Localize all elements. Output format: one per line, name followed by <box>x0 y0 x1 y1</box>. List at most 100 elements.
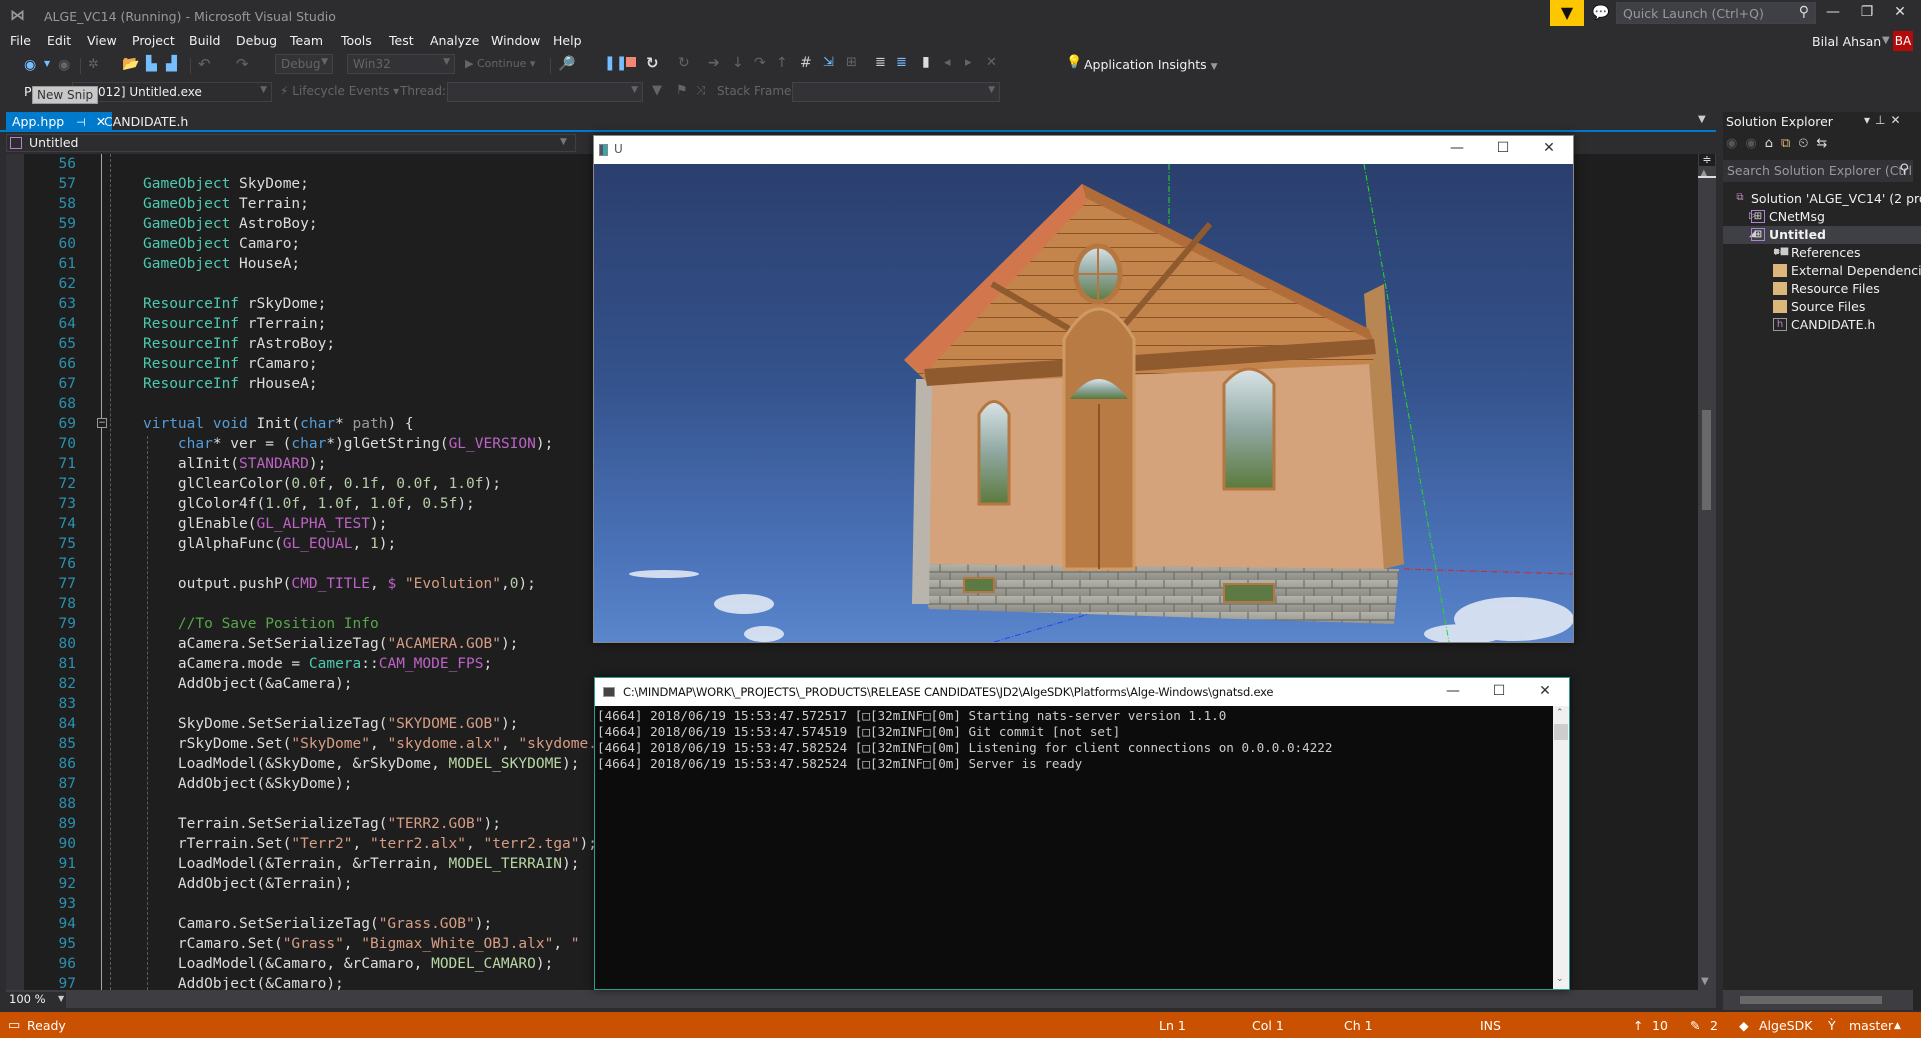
close-button[interactable]: ✕ <box>1525 683 1565 699</box>
redo-icon[interactable]: ↷ <box>236 55 249 73</box>
pending-changes-count[interactable]: 2 <box>1710 1018 1718 1033</box>
previous-bookmark-icon[interactable]: ◂ <box>944 55 951 70</box>
code-text[interactable]: aCamera.mode = Camera::CAM_MODE_FPS; <box>143 654 492 674</box>
editor-horizontal-scrollbar[interactable] <box>6 990 1716 1008</box>
code-text[interactable]: ResourceInf rCamaro; <box>143 354 318 374</box>
notification-filter-icon[interactable]: ▼ <box>1550 0 1584 26</box>
navigate-back-icon[interactable]: ◉ <box>24 57 36 73</box>
solution-tree-item[interactable]: ▷Source Files <box>1723 298 1921 316</box>
pencil-icon[interactable]: ✎ <box>1690 1018 1700 1033</box>
bookmark-icon[interactable]: ▮ <box>922 54 930 70</box>
unpushed-commits-icon[interactable]: ↑ <box>1633 1018 1643 1033</box>
code-text[interactable]: Terrain.SetSerializeTag("TERR2.GOB"); <box>143 814 501 834</box>
console-output[interactable]: [4664] 2018/06/19 15:53:47.572517 [□[32m… <box>595 706 1553 989</box>
stack-icon[interactable]: ⊞ <box>846 55 857 70</box>
code-text[interactable]: rCamaro.Set("Grass", "Bigmax_White_OBJ.a… <box>143 934 580 954</box>
git-branch-icon[interactable]: Ỳ <box>1828 1018 1836 1033</box>
minimize-button[interactable]: — <box>1815 4 1851 24</box>
code-text[interactable]: output.pushP(CMD_TITLE, $ "Evolution",0)… <box>143 574 536 594</box>
opengl-window[interactable]: U — ☐ ✕ <box>593 135 1574 643</box>
solution-tree-item[interactable]: ▷External Dependencies <box>1723 262 1921 280</box>
code-text[interactable]: glClearColor(0.0f, 0.1f, 0.0f, 1.0f); <box>143 474 501 494</box>
flag-threads-icon[interactable]: ⚑ <box>676 83 688 98</box>
console-scrollbar[interactable] <box>1553 706 1569 989</box>
back-icon[interactable]: ◉ <box>1726 136 1745 151</box>
code-text[interactable]: glColor4f(1.0f, 1.0f, 1.0f, 0.5f); <box>143 494 475 514</box>
code-text[interactable]: GameObject Terrain; <box>143 194 309 214</box>
chevron-down-icon[interactable]: ▼ <box>1882 35 1890 46</box>
code-text[interactable]: GameObject HouseA; <box>143 254 300 274</box>
code-text[interactable]: virtual void Init(char* path) { <box>143 414 414 434</box>
menu-analyze[interactable]: Analyze <box>430 33 479 48</box>
maximize-button[interactable]: ☐ <box>1479 683 1519 699</box>
forward-icon[interactable]: ◉ <box>1745 136 1764 151</box>
thread-dropdown[interactable]: ▼ <box>447 82 643 102</box>
code-text[interactable]: char* ver = (char*)glGetString(GL_VERSIO… <box>143 434 553 454</box>
code-text[interactable]: AddObject(&Camaro); <box>143 974 344 990</box>
close-button[interactable]: ✕ <box>1529 140 1569 156</box>
code-text[interactable]: rTerrain.Set("Terr2", "terr2.alx", "terr… <box>143 834 597 854</box>
process-dropdown[interactable]: [10012] Untitled.exe ▼ <box>72 82 272 102</box>
next-bookmark-icon[interactable]: ▸ <box>965 55 972 70</box>
pause-icon[interactable]: ❚❚ <box>604 55 627 71</box>
step-out-icon[interactable]: ↷ <box>754 55 766 71</box>
application-insights-button[interactable]: Application Insights ▼ <box>1084 57 1218 72</box>
code-text[interactable]: ResourceInf rHouseA; <box>143 374 318 394</box>
project-navigation-dropdown[interactable]: Untitled <box>6 134 576 152</box>
restart-icon[interactable]: ↻ <box>646 54 659 72</box>
menu-file[interactable]: File <box>10 33 31 48</box>
minimize-button[interactable]: — <box>1433 683 1473 699</box>
sync-icon[interactable]: ⇆ <box>1816 136 1835 151</box>
code-text[interactable]: AddObject(&aCamera); <box>143 674 353 694</box>
scroll-up-arrow-icon[interactable]: ⌃ <box>1556 708 1564 718</box>
menu-window[interactable]: Window <box>491 33 540 48</box>
configuration-dropdown[interactable]: Debug ▼ <box>275 54 333 74</box>
switch-views-icon[interactable]: ⧉ <box>1781 136 1798 151</box>
console-scroll-thumb[interactable] <box>1554 724 1568 740</box>
menu-build[interactable]: Build <box>189 33 220 48</box>
chevron-up-icon[interactable]: ▲ <box>1894 1021 1901 1031</box>
code-line[interactable]: 81 aCamera.mode = Camera::CAM_MODE_FPS; <box>6 654 1698 674</box>
maximize-button[interactable]: ☐ <box>1483 140 1523 156</box>
solution-tree-item[interactable]: ⧉ Solution 'ALGE_VC14' (2 projects) <box>1723 190 1921 208</box>
step-into-icon[interactable]: ➔ <box>708 55 720 71</box>
comment-icon[interactable]: ≣ <box>896 55 907 70</box>
solution-tree-item[interactable]: ▷ ▪■ References <box>1723 244 1921 262</box>
code-text[interactable]: GameObject SkyDome; <box>143 174 309 194</box>
menu-tools[interactable]: Tools <box>341 33 372 48</box>
lifecycle-events-button[interactable]: ⚡ Lifecycle Events ▾ <box>280 84 399 98</box>
feedback-icon[interactable]: 💬 <box>1592 5 1609 21</box>
code-text[interactable]: ResourceInf rSkyDome; <box>143 294 326 314</box>
solution-explorer-search-input[interactable]: Search Solution Explorer (Ctrl+;) ⚲ <box>1723 160 1913 182</box>
find-in-files-icon[interactable]: 🔎 <box>558 56 575 72</box>
minimize-button[interactable]: — <box>1437 140 1477 156</box>
menu-edit[interactable]: Edit <box>47 33 71 48</box>
editor-vertical-scrollbar[interactable] <box>1698 154 1716 990</box>
code-text[interactable]: ResourceInf rAstroBoy; <box>143 334 335 354</box>
continue-button[interactable]: ▶ Continue ▾ <box>465 57 535 70</box>
stack-frame-icon[interactable]: ⤨ <box>696 83 706 98</box>
pin-icon[interactable]: ⊥ <box>1875 113 1890 127</box>
restore-button[interactable]: ❐ <box>1849 4 1885 24</box>
close-button[interactable]: ✕ <box>1882 4 1918 24</box>
branch-name[interactable]: master <box>1849 1018 1893 1033</box>
solution-explorer-scroll-thumb[interactable] <box>1740 996 1882 1004</box>
navigate-forward-icon[interactable]: ◉ <box>58 57 70 73</box>
chevron-down-icon[interactable]: ▼ <box>560 137 567 147</box>
code-text[interactable]: GameObject Camaro; <box>143 234 300 254</box>
avatar[interactable]: BA <box>1893 31 1913 51</box>
clear-bookmarks-icon[interactable]: ✕ <box>986 55 997 70</box>
stack-frame-dropdown[interactable]: ▼ <box>792 82 1000 102</box>
scroll-down-arrow-icon[interactable]: ⌄ <box>1556 974 1564 984</box>
chevron-down-icon[interactable]: ▼ <box>58 994 64 1003</box>
solution-tree-item[interactable]: h CANDIDATE.h <box>1723 316 1921 334</box>
menu-team[interactable]: Team <box>290 33 323 48</box>
code-text[interactable]: SkyDome.SetSerializeTag("SKYDOME.GOB"); <box>143 714 519 734</box>
close-icon[interactable]: ✕ <box>1890 113 1905 127</box>
save-all-icon[interactable]: ▟ <box>166 56 177 72</box>
step-back-icon[interactable]: ↑ <box>776 55 788 71</box>
show-next-statement-icon[interactable]: ↻ <box>678 55 690 71</box>
tab-candidate-h[interactable]: CANDIDATE.h <box>104 114 188 129</box>
opengl-window-titlebar[interactable]: U — ☐ ✕ <box>594 136 1573 164</box>
3d-viewport[interactable] <box>594 164 1573 642</box>
